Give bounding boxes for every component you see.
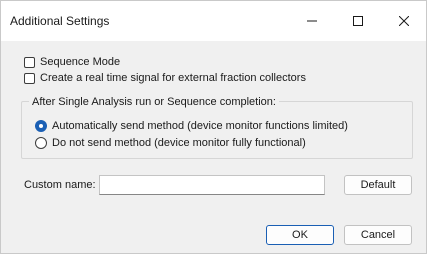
real-time-signal-checkbox[interactable] <box>24 72 35 84</box>
maximize-icon <box>353 16 363 26</box>
sequence-mode-option[interactable]: Sequence Mode <box>24 55 120 69</box>
title-bar: Additional Settings <box>1 1 426 41</box>
cancel-button[interactable]: Cancel <box>344 225 412 245</box>
maximize-button[interactable] <box>335 1 381 41</box>
auto-send-method-label: Automatically send method (device monito… <box>52 120 348 132</box>
custom-name-label: Custom name: <box>24 179 96 191</box>
no-send-method-option[interactable]: Do not send method (device monitor fully… <box>35 136 306 150</box>
window-title: Additional Settings <box>10 14 110 28</box>
auto-send-method-radio[interactable] <box>35 120 47 132</box>
auto-send-method-option[interactable]: Automatically send method (device monito… <box>35 119 348 133</box>
close-button[interactable] <box>381 1 427 41</box>
minimize-button[interactable] <box>289 1 335 41</box>
close-icon <box>399 16 409 26</box>
real-time-signal-option[interactable]: Create a real time signal for external f… <box>24 71 306 85</box>
minimize-icon <box>307 20 317 22</box>
default-button[interactable]: Default <box>344 175 412 195</box>
completion-group-label: After Single Analysis run or Sequence co… <box>29 96 279 108</box>
additional-settings-dialog: Additional Settings Sequence Mode Create… <box>0 0 427 254</box>
custom-name-input[interactable] <box>99 175 325 195</box>
no-send-method-label: Do not send method (device monitor fully… <box>52 137 306 149</box>
sequence-mode-label: Sequence Mode <box>40 56 121 68</box>
ok-button[interactable]: OK <box>266 225 334 245</box>
sequence-mode-checkbox[interactable] <box>24 56 35 68</box>
dialog-content: Sequence Mode Create a real time signal … <box>1 41 426 253</box>
no-send-method-radio[interactable] <box>35 137 47 149</box>
real-time-signal-label: Create a real time signal for external f… <box>40 72 306 84</box>
